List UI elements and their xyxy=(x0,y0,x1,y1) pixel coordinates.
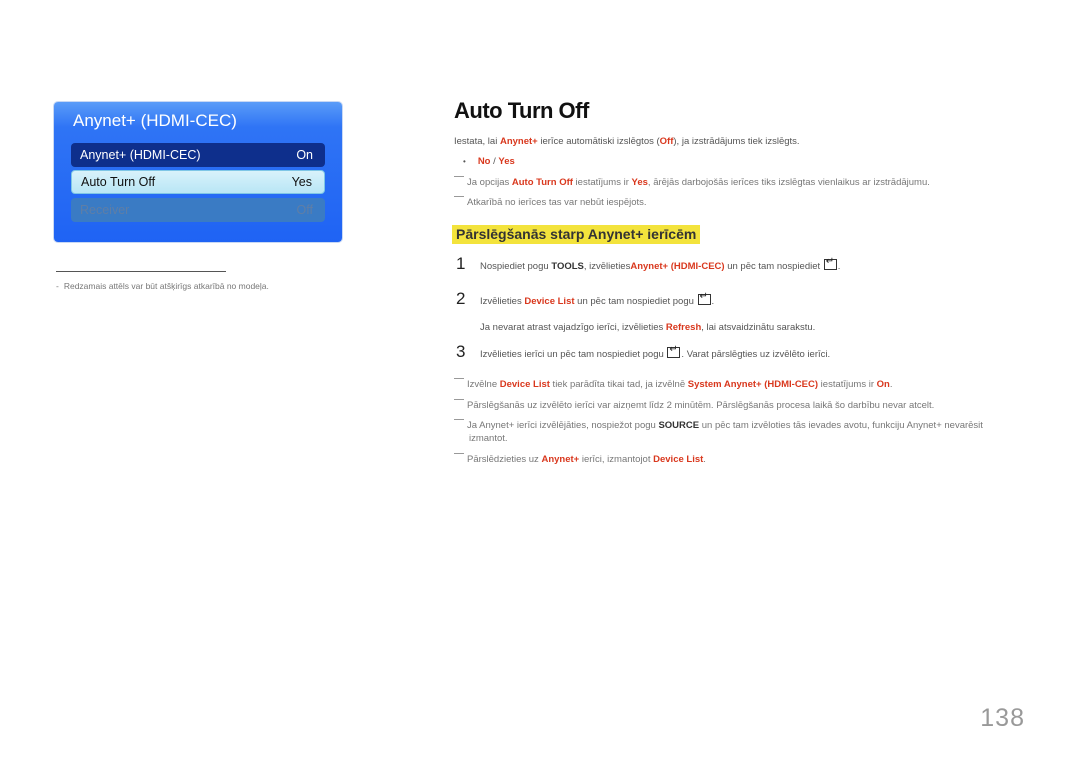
text: Pārslēgšanās uz izvēlēto ierīci var aizņ… xyxy=(467,400,935,411)
step-number: 2 xyxy=(456,289,466,308)
text: Pārslēdzieties uz xyxy=(467,454,542,465)
osd-row-auto-turn-off: Auto Turn Off Yes xyxy=(71,170,325,194)
text: Atkarībā no ierīces tas var nebūt iespēj… xyxy=(467,197,647,208)
keyword: Off xyxy=(659,136,674,147)
osd-menu-panel: Anynet+ (HDMI-CEC) Anynet+ (HDMI-CEC) On… xyxy=(54,102,342,242)
button-name: SOURCE xyxy=(658,420,700,431)
text: Iestata, lai xyxy=(454,136,500,147)
footnote-dash: - xyxy=(56,281,59,291)
keyword: Device List xyxy=(524,296,575,307)
note-mark-icon xyxy=(454,176,464,177)
text: , lai atsvaidzinātu sarakstu. xyxy=(701,322,816,333)
text: iestatījums ir xyxy=(818,379,877,390)
text: . Varat pārslēgties uz izvēlēto ierīci. xyxy=(681,349,831,360)
keyword: Yes xyxy=(631,177,648,188)
option-bullet: • No / Yes xyxy=(463,156,515,167)
page-number: 138 xyxy=(980,704,1025,732)
note: Pārslēdzieties uz Anynet+ ierīci, izmant… xyxy=(454,453,706,465)
text: tiek parādīta tikai tad, ja izvēlnē xyxy=(549,379,688,390)
footnote-divider xyxy=(56,271,226,272)
option-yes: Yes xyxy=(498,156,515,167)
note-mark-icon xyxy=(454,196,464,197)
note-mark-icon xyxy=(454,419,464,420)
text: un pēc tam nospiediet pogu xyxy=(574,296,697,307)
option-no: No xyxy=(477,156,491,167)
text: un pēc tam nospiediet xyxy=(724,261,823,272)
osd-row-anynet: Anynet+ (HDMI-CEC) On xyxy=(71,143,325,167)
keyword: Anynet+ xyxy=(499,136,538,147)
step-3-text: Izvēlieties ierīci un pēc tam nospiediet… xyxy=(480,344,831,360)
osd-row-label: Anynet+ (HDMI-CEC) xyxy=(80,148,201,162)
keyword: Anynet+ xyxy=(541,454,580,465)
text: ierīci, izmantojot xyxy=(579,454,654,465)
text: . xyxy=(703,454,706,465)
note-mark-icon xyxy=(454,453,464,454)
footnote-text: Redzamais attēls var būt atšķirīgs atkar… xyxy=(63,281,269,291)
keyword: Device List xyxy=(499,379,550,390)
text: , izvēlieties xyxy=(583,261,631,272)
osd-row-label: Receiver xyxy=(80,203,130,217)
note: Izvēlne Device List tiek parādīta tikai … xyxy=(454,378,893,390)
osd-row-value: On xyxy=(296,148,313,162)
text: . xyxy=(711,296,715,307)
text: Ja Anynet+ ierīci izvēlējāties, nospiežo… xyxy=(467,420,659,431)
step-number: 3 xyxy=(456,342,466,361)
keyword: Refresh xyxy=(665,322,702,333)
osd-row-label: Auto Turn Off xyxy=(81,175,156,189)
osd-row-receiver: Receiver Off xyxy=(71,198,325,222)
keyword: Auto Turn Off xyxy=(511,177,573,188)
text: Ja nevarat atrast vajadzīgo ierīci, izvē… xyxy=(480,322,666,333)
step-1-text: Nospiediet pogu TOOLS, izvēlietiesAnynet… xyxy=(480,256,841,272)
step-2-text: Izvēlieties Device List un pēc tam nospi… xyxy=(480,291,715,307)
note: Pārslēgšanās uz izvēlēto ierīci var aizņ… xyxy=(454,399,934,411)
text: , ārējās darbojošās ierīces tiks izslēgt… xyxy=(647,177,930,188)
section-title-auto-turn-off: Auto Turn Off xyxy=(454,98,589,123)
keyword: Device List xyxy=(653,454,704,465)
section-title-switching: Pārslēgšanās starp Anynet+ ierīcēm xyxy=(452,225,701,244)
enter-key-icon xyxy=(697,291,711,305)
text: Izvēlne xyxy=(467,379,500,390)
enter-key-icon xyxy=(667,344,681,358)
note: Atkarībā no ierīces tas var nebūt iespēj… xyxy=(454,196,647,208)
text: ierīce automātiski izslēgtos ( xyxy=(537,136,660,147)
button-name: TOOLS xyxy=(551,261,584,272)
bullet-icon: • xyxy=(463,157,466,166)
osd-menu-title: Anynet+ (HDMI-CEC) xyxy=(73,111,237,130)
text: . xyxy=(837,261,841,272)
text: iestatījums ir xyxy=(572,177,632,188)
text: un pēc tam izvēloties tās ievades avotu,… xyxy=(699,420,983,431)
keyword: Anynet+ (HDMI-CEC) xyxy=(630,261,725,272)
step-2-subtext: Ja nevarat atrast vajadzīgo ierīci, izvē… xyxy=(480,322,815,333)
section1-intro: Iestata, lai Anynet+ ierīce automātiski … xyxy=(454,136,800,147)
text: Nospiediet pogu xyxy=(480,261,552,272)
note-mark-icon xyxy=(454,399,464,400)
text: ), ja izstrādājums tiek izslēgts. xyxy=(673,136,800,147)
note: Ja opcijas Auto Turn Off iestatījums ir … xyxy=(454,176,930,188)
footnote: - Redzamais attēls var būt atšķirīgs atka… xyxy=(56,281,269,291)
note-continuation: izmantot. xyxy=(469,433,508,444)
osd-row-value: Off xyxy=(296,203,313,217)
note-mark-icon xyxy=(454,378,464,379)
enter-key-icon xyxy=(823,256,837,270)
keyword: On xyxy=(876,379,890,390)
text: Izvēlieties ierīci un pēc tam nospiediet… xyxy=(480,349,667,360)
note: Ja Anynet+ ierīci izvēlējāties, nospiežo… xyxy=(454,419,983,431)
step-number: 1 xyxy=(456,254,466,273)
keyword: System Anynet+ (HDMI-CEC) xyxy=(687,379,819,390)
osd-row-value: Yes xyxy=(291,175,312,189)
text: . xyxy=(889,379,893,390)
text: Izvēlieties xyxy=(480,296,525,307)
text: Ja opcijas xyxy=(467,177,512,188)
